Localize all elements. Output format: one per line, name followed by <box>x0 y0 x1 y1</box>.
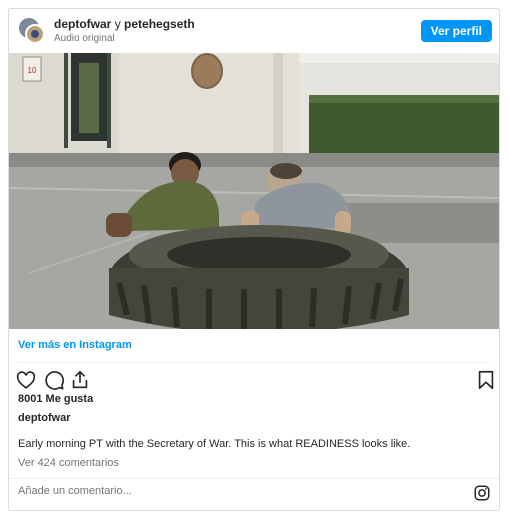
divider <box>18 362 490 363</box>
comment-icon[interactable] <box>43 369 65 391</box>
audio-label[interactable]: Audio original <box>54 33 115 45</box>
share-icon[interactable] <box>69 369 91 391</box>
avatar[interactable] <box>18 17 46 45</box>
heart-icon[interactable] <box>15 369 37 391</box>
post-caption: Early morning PT with the Secretary of W… <box>18 438 411 450</box>
instagram-embed-card: deptofwar y petehegseth Audio original V… <box>8 8 500 511</box>
username-deptofwar[interactable]: deptofwar <box>54 17 111 31</box>
photo-sign-text: 10 <box>28 66 37 75</box>
usernames: deptofwar y petehegseth <box>54 17 195 32</box>
post-photo[interactable]: 10 <box>9 53 499 329</box>
username-conjunction: y <box>114 17 121 31</box>
caption-author[interactable]: deptofwar <box>18 412 71 424</box>
avatar-primary <box>25 24 45 44</box>
username-petehegseth[interactable]: petehegseth <box>124 17 195 31</box>
post-header: deptofwar y petehegseth Audio original V… <box>9 9 499 53</box>
bookmark-icon[interactable] <box>475 369 497 391</box>
view-comments-link[interactable]: Ver 424 comentarios <box>18 457 119 469</box>
add-comment-input[interactable] <box>18 485 458 497</box>
like-count[interactable]: 8001 Me gusta <box>18 393 93 405</box>
divider <box>9 478 499 479</box>
post-photo-image: 10 <box>9 53 499 329</box>
view-more-on-instagram-link[interactable]: Ver más en Instagram <box>18 339 132 351</box>
post-actions <box>9 369 499 393</box>
instagram-icon[interactable] <box>473 484 491 502</box>
view-profile-button[interactable]: Ver perfil <box>420 20 492 42</box>
